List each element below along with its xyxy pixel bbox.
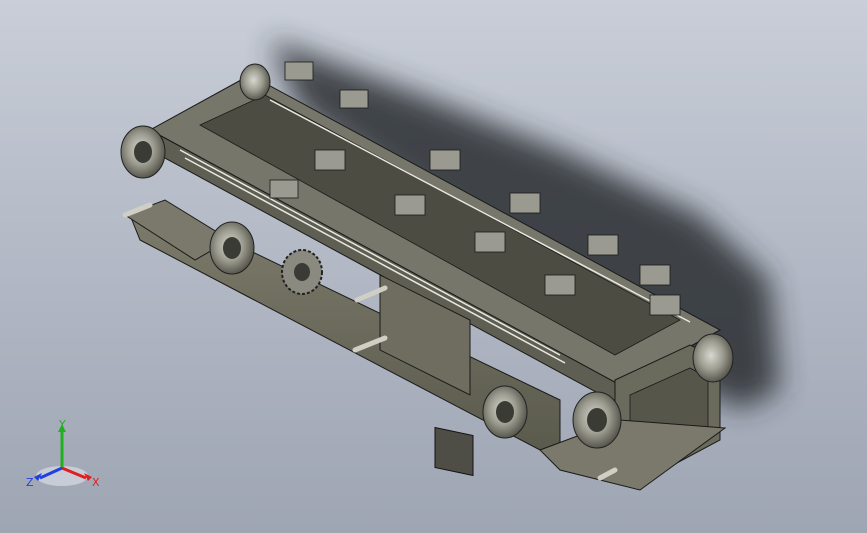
orientation-triad[interactable]: Y X Z <box>22 418 112 498</box>
base-plate-right <box>539 419 727 491</box>
pulley-rear-right <box>692 333 734 383</box>
pulley-mid-left <box>209 221 255 275</box>
conveyor-assembly-model[interactable] <box>0 0 867 533</box>
pulley-end-right <box>572 391 622 449</box>
z-axis-label: Z <box>26 476 34 489</box>
cad-viewport[interactable]: Y X Z <box>0 0 867 533</box>
x-axis-label: X <box>92 476 100 489</box>
y-axis-label: Y <box>58 418 66 431</box>
timing-gear <box>281 249 323 295</box>
stepper-motor <box>434 426 474 477</box>
pulley-front-right <box>482 385 528 439</box>
pulley-front-left <box>120 125 166 179</box>
pulley-rear-left <box>239 63 271 101</box>
